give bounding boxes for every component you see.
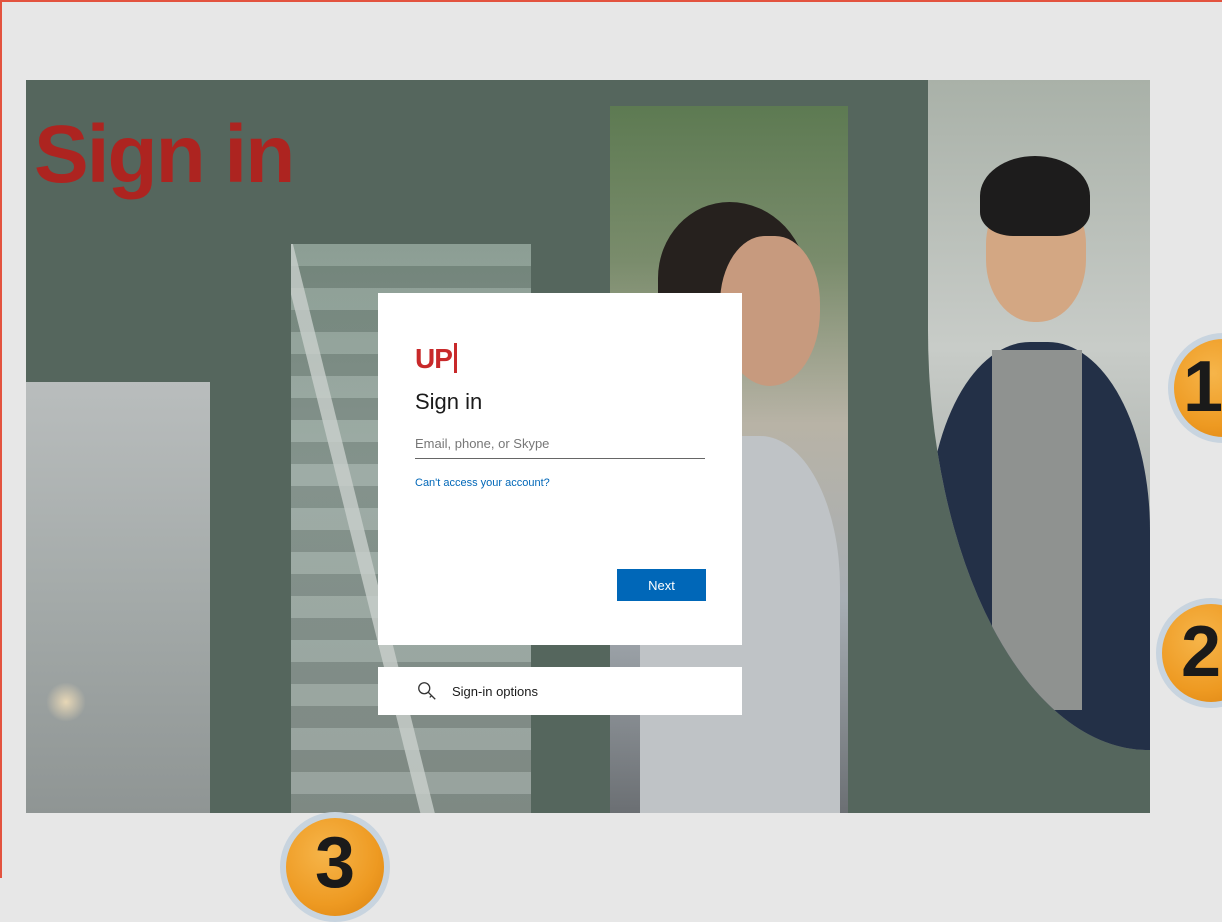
signin-card: UP Sign in Can't access your account? Ne… xyxy=(378,293,742,645)
logo-bar-icon xyxy=(453,343,457,373)
key-search-icon xyxy=(418,682,436,700)
signin-options-label: Sign-in options xyxy=(452,683,538,699)
logo-text: UP xyxy=(415,343,453,374)
man-hair xyxy=(980,156,1090,236)
photo-panel-left xyxy=(26,382,210,813)
organization-logo: UP xyxy=(415,333,705,373)
cant-access-account-link[interactable]: Can't access your account? xyxy=(415,477,550,489)
step-badge-2: 2 xyxy=(1156,598,1222,708)
man-shirt xyxy=(992,350,1082,710)
slide-title: Sign in xyxy=(34,109,295,200)
next-button[interactable]: Next xyxy=(617,569,706,601)
step-badge-3: 3 xyxy=(280,812,390,922)
email-input[interactable] xyxy=(415,429,705,459)
step-badge-1: 1 xyxy=(1168,333,1222,443)
signin-options-button[interactable]: Sign-in options xyxy=(378,667,742,715)
photo-panel-man xyxy=(928,80,1150,750)
signin-heading: Sign in xyxy=(415,389,483,414)
